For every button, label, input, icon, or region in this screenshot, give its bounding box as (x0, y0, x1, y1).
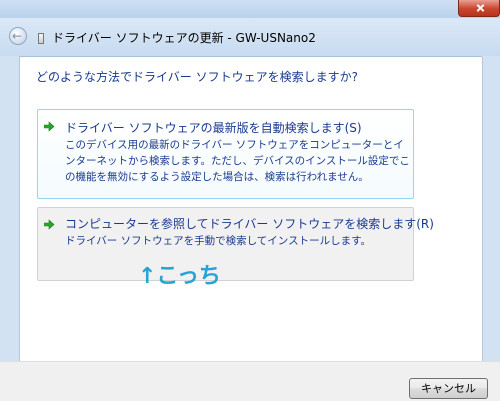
auto-search-option[interactable]: ドライバー ソフトウェアの最新版を自動検索します(S) このデバイス用の最新のド… (37, 109, 414, 199)
annotation-label: ↑こっち (138, 264, 221, 289)
browse-computer-description: ドライバー ソフトウェアを手動で検索してインストールします。 (65, 235, 372, 247)
page-heading: どのような方法でドライバー ソフトウェアを検索しますか? (36, 70, 358, 84)
close-button[interactable] (458, 0, 500, 17)
device-icon (38, 33, 44, 44)
auto-search-description: このデバイス用の最新のドライバー ソフトウェアをコンピューターとインターネットか… (65, 139, 410, 183)
window-frame-right (482, 56, 500, 361)
nav-bar: ← ドライバー ソフトウェアの更新 - GW-USNano2 (0, 18, 500, 57)
window-title: ドライバー ソフトウェアの更新 - GW-USNano2 (52, 31, 316, 45)
back-button[interactable]: ← (9, 27, 27, 45)
green-arrow-icon (44, 219, 55, 230)
back-arrow-icon: ← (12, 29, 23, 43)
browse-computer-option[interactable]: コンピューターを参照してドライバー ソフトウェアを検索します(R) ドライバー … (37, 207, 434, 281)
green-arrow-icon (44, 121, 55, 132)
title-bar (0, 0, 500, 18)
browse-computer-title: コンピューターを参照してドライバー ソフトウェアを検索します(R) (65, 217, 434, 231)
auto-search-title: ドライバー ソフトウェアの最新版を自動検索します(S) (65, 121, 362, 135)
cancel-button[interactable]: キャンセル (409, 378, 488, 399)
window-frame-left (0, 56, 19, 361)
